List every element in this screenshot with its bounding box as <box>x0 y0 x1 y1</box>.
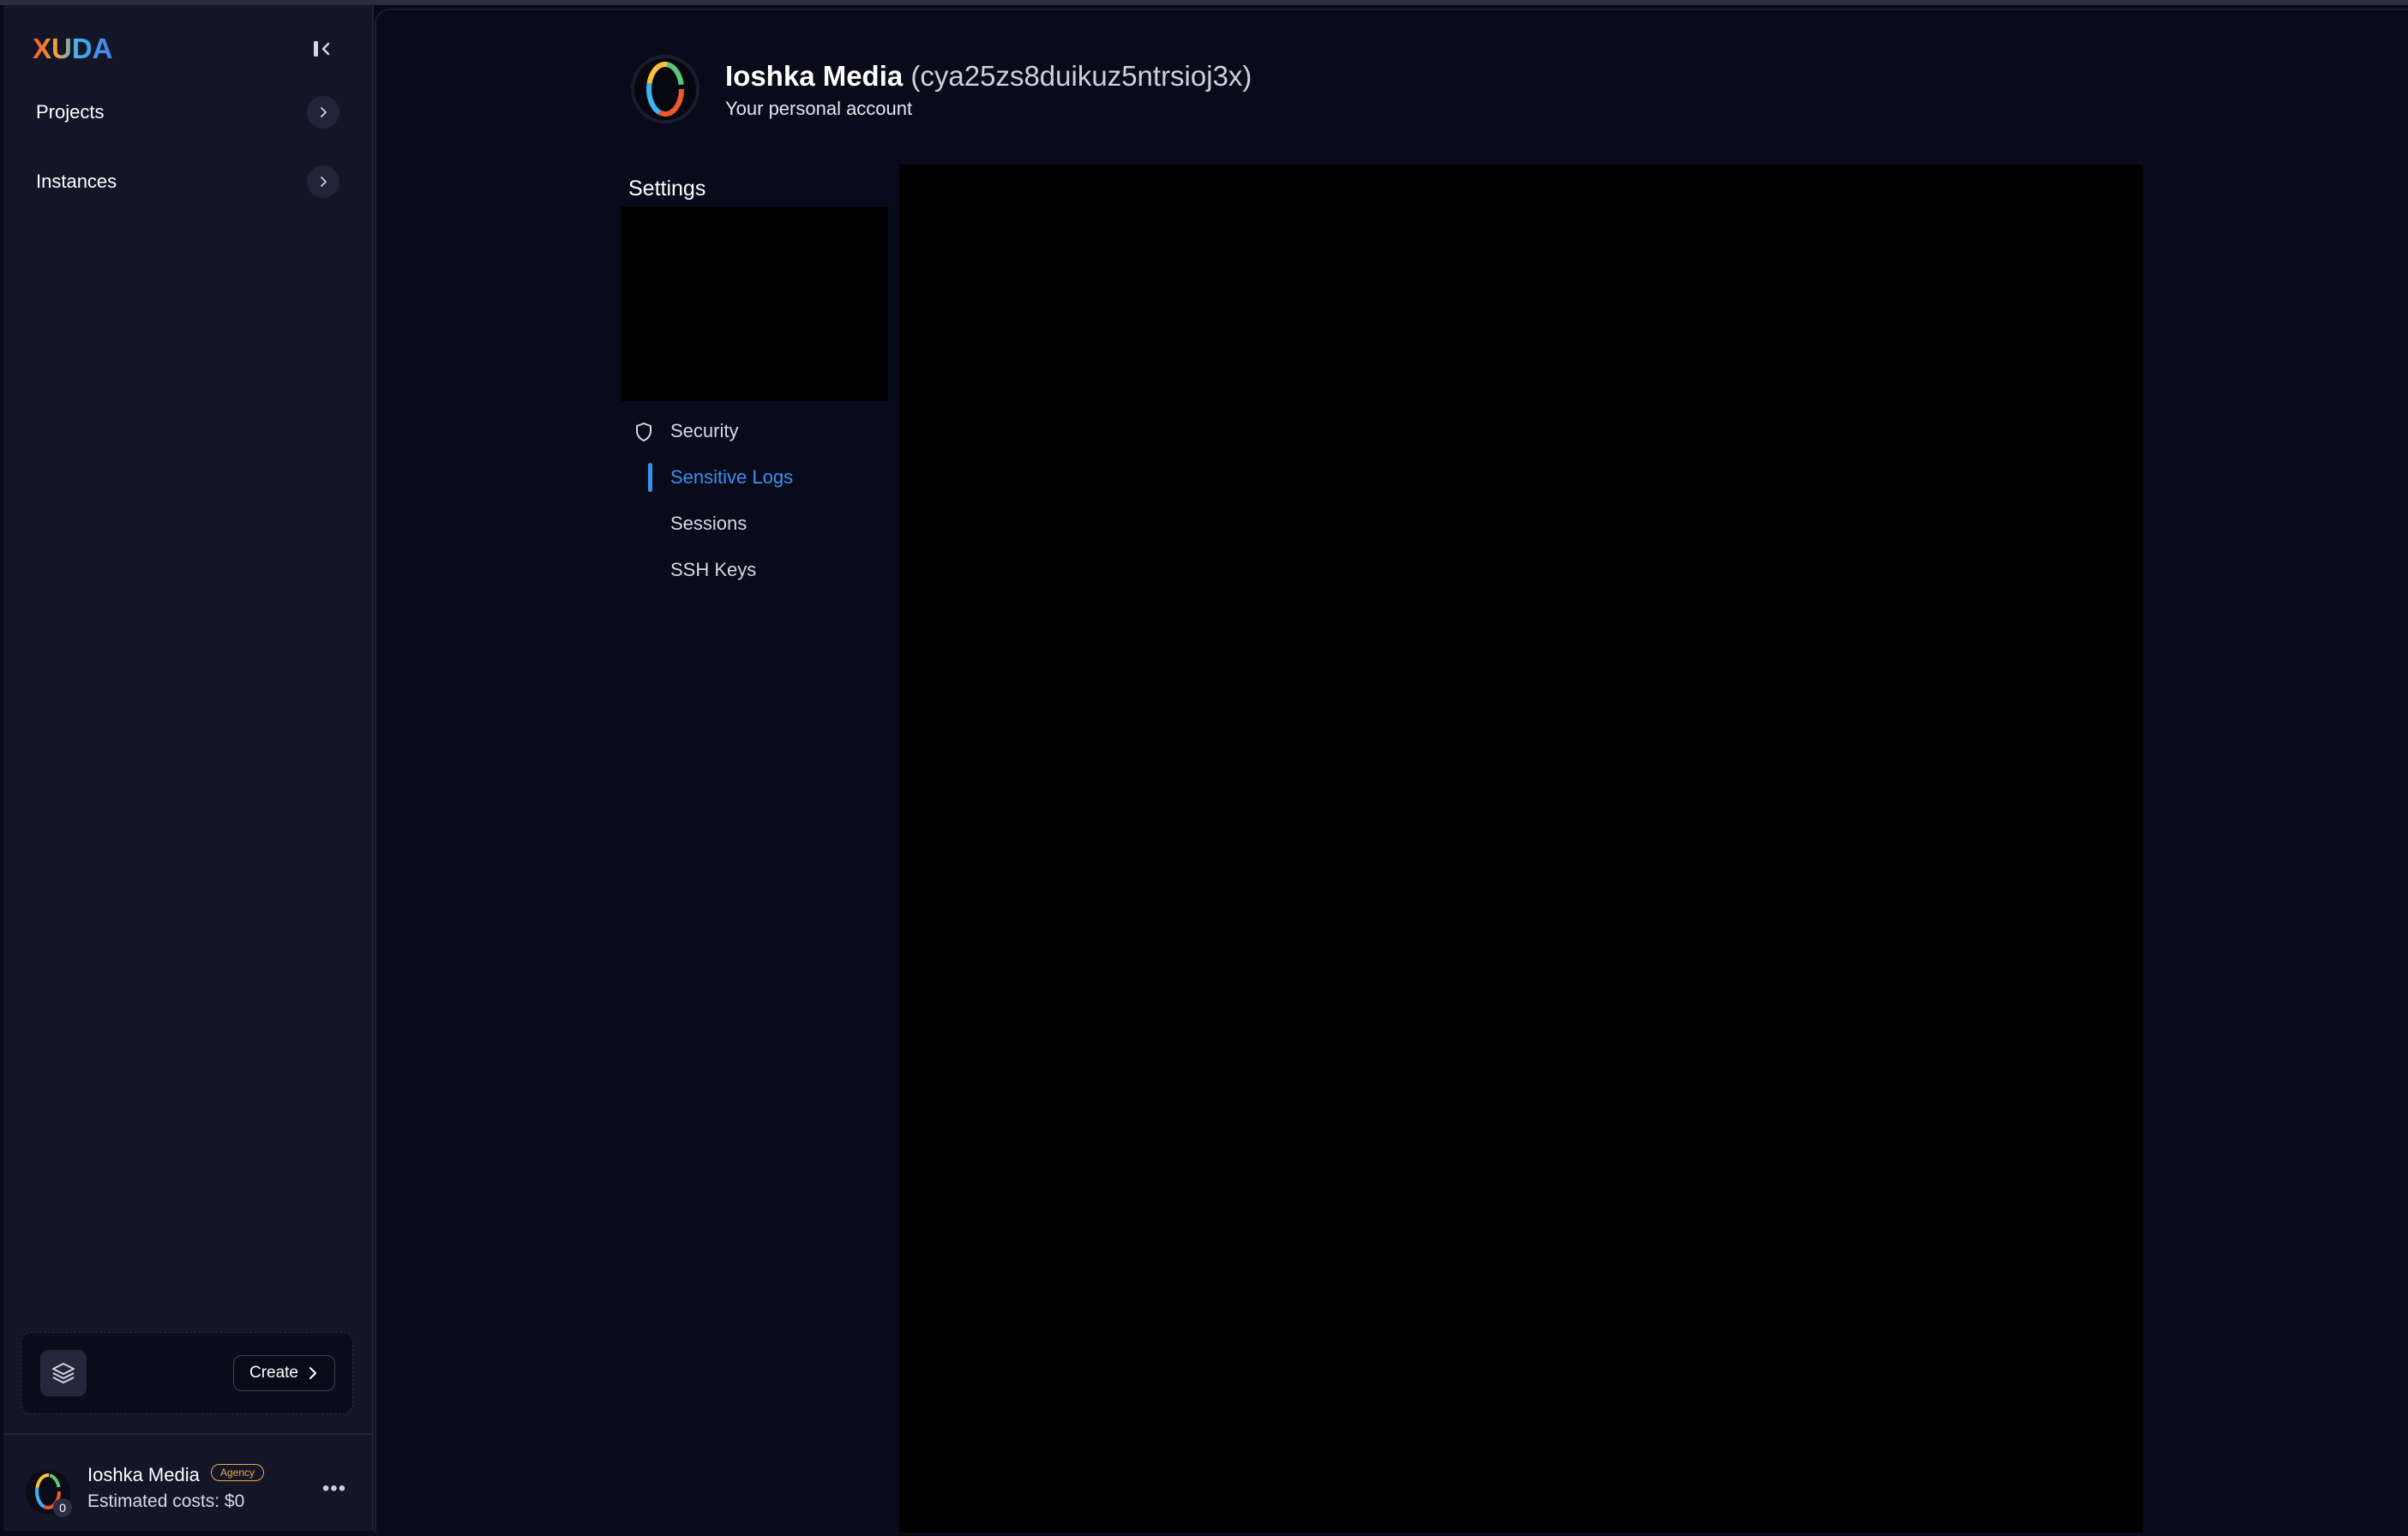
sidebar-collapse-icon <box>314 41 330 57</box>
chevron-right-icon[interactable] <box>307 96 339 129</box>
sidebar-item-label: Projects <box>36 101 105 123</box>
xuda-logo[interactable]: XUDA <box>33 33 135 63</box>
header-avatar <box>631 55 700 123</box>
account-name: Ioshka Media <box>87 1464 200 1485</box>
redacted-content-panel <box>899 165 2143 1533</box>
settings-item-label: Security <box>670 420 739 441</box>
settings-item-label: Sessions <box>670 513 748 534</box>
shield-icon <box>636 423 652 441</box>
chevron-right-icon[interactable] <box>307 165 339 198</box>
settings-item-sensitive-logs[interactable]: Sensitive Logs <box>626 457 883 498</box>
sidebar-item-projects[interactable]: Projects <box>21 87 350 137</box>
logo-text: XUDA <box>33 33 113 63</box>
page-subtitle: Your personal account <box>725 98 913 119</box>
create-card: Create <box>21 1332 353 1414</box>
more-options-icon[interactable]: ••• <box>319 1476 350 1502</box>
account-id: (cya25zs8duikuz5ntrsioj3x) <box>910 60 1252 92</box>
chevron-right-icon <box>309 1367 316 1379</box>
create-button[interactable]: Create <box>232 1355 335 1391</box>
sidebar-divider <box>3 1433 372 1435</box>
estimated-costs: Estimated costs: $0 <box>87 1491 245 1511</box>
create-button-label: Create <box>249 1364 298 1382</box>
layers-icon <box>52 1363 75 1383</box>
notification-count-badge: 0 <box>53 1498 72 1517</box>
collapse-sidebar-button[interactable] <box>308 34 339 63</box>
layers-button[interactable] <box>40 1350 87 1396</box>
account-switcher[interactable]: 0 Ioshka Media Agency Estimated costs: $… <box>21 1454 357 1519</box>
settings-item-ssh-keys[interactable]: SSH Keys <box>626 549 883 591</box>
settings-heading: Settings <box>628 177 706 201</box>
redacted-region <box>622 207 888 401</box>
sidebar: XUDA Projects Instances Create 0 Ioshka … <box>3 5 374 1531</box>
settings-item-sessions[interactable]: Sessions <box>626 503 883 544</box>
settings-item-security[interactable]: Security <box>626 411 883 452</box>
account-plan-badge: Agency <box>211 1464 265 1481</box>
settings-item-label: SSH Keys <box>670 559 757 580</box>
sidebar-item-instances[interactable]: Instances <box>21 157 350 207</box>
page-title: Ioshka Media (cya25zs8duikuz5ntrsioj3x) <box>725 60 1252 93</box>
account-display-name: Ioshka Media <box>725 60 904 92</box>
sidebar-item-label: Instances <box>36 171 117 192</box>
settings-item-label: Sensitive Logs <box>670 466 794 488</box>
